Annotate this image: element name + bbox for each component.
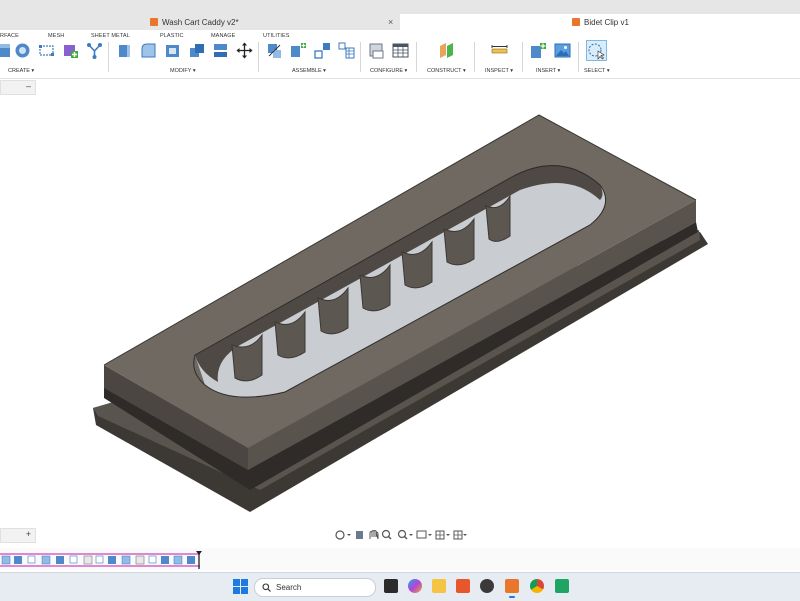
ribbon-separator [360,42,361,72]
collapse-panel-icon[interactable]: – [26,81,31,91]
orbit-icon[interactable] [335,530,351,540]
create-form-icon[interactable] [62,42,79,59]
tab-utilities[interactable]: UTILITIES [263,33,290,39]
measure-icon[interactable] [491,42,508,59]
ribbon-separator [258,42,259,72]
windows-start-icon[interactable] [233,579,248,594]
inspect-menu[interactable]: INSPECT ▾ [485,68,513,74]
add-comment-icon[interactable]: + [26,529,31,539]
tab-title: Wash Cart Caddy v2* [162,17,239,27]
move-icon[interactable] [236,42,253,59]
joint-origin-icon[interactable] [338,42,355,59]
offset-plane-icon[interactable] [438,42,455,59]
tab-wash-cart-caddy[interactable]: Wash Cart Caddy v2* × [150,14,398,30]
ribbon-separator [474,42,475,72]
create-menu[interactable]: CREATE ▾ [8,68,34,74]
tab-bidet-clip[interactable]: Bidet Clip v1 [400,14,800,30]
zoom-icon[interactable] [381,529,392,540]
configure-icon[interactable] [368,42,385,59]
pipe-icon[interactable] [86,42,103,59]
grid-settings-icon[interactable] [435,530,450,540]
copilot-icon[interactable] [408,579,422,593]
press-pull-icon[interactable] [116,42,133,59]
file-explorer-icon[interactable] [432,579,446,593]
task-view-icon[interactable] [384,579,398,593]
canvas-viewport[interactable] [0,80,800,526]
search-icon [262,583,271,592]
ribbon-separator [108,42,109,72]
toolbar-ribbon: RFACE MESH SHEET METAL PLASTIC MANAGE UT… [0,30,800,79]
comments-panel-stub[interactable]: + [0,528,36,543]
sketch-icon[interactable] [38,42,55,59]
ribbon-separator [578,42,579,72]
pan-icon[interactable] [369,530,379,540]
search-placeholder: Search [276,583,302,592]
split-body-icon[interactable] [212,42,229,59]
new-component-icon[interactable] [266,42,283,59]
tab-surface[interactable]: RFACE [0,33,19,39]
configure-menu[interactable]: CONFIGURE ▾ [370,68,407,74]
taskbar-search-box[interactable]: Search [254,578,376,597]
app-icon-dark[interactable] [480,579,494,593]
fusion360-icon[interactable] [505,579,519,593]
browser-panel-stub[interactable]: – [0,80,36,95]
app-icon-green[interactable] [555,579,569,593]
tab-mesh[interactable]: MESH [48,33,64,39]
modify-menu[interactable]: MODIFY ▾ [170,68,196,74]
zoom-window-icon[interactable] [397,529,414,540]
shell-icon[interactable] [164,42,181,59]
active-app-indicator [509,596,515,598]
windows-taskbar [0,572,800,601]
close-tab-icon[interactable]: × [388,17,393,27]
joint-icon[interactable] [290,42,307,59]
ribbon-separator [522,42,523,72]
fillet-icon[interactable] [140,42,157,59]
timeline-feature-icons[interactable] [1,555,195,565]
assemble-menu[interactable]: ASSEMBLE ▾ [292,68,326,74]
tab-plastic[interactable]: PLASTIC [160,33,184,39]
navigation-bar [335,529,467,540]
fusion-file-icon [572,18,580,26]
insert-derive-icon[interactable] [530,42,547,59]
tab-manage[interactable]: MANAGE [211,33,235,39]
ribbon-separator [416,42,417,72]
insert-menu[interactable]: INSERT ▾ [536,68,560,74]
look-at-icon[interactable] [356,531,363,539]
display-settings-icon[interactable] [416,530,432,539]
combine-icon[interactable] [188,42,205,59]
select-menu[interactable]: SELECT ▾ [584,68,610,74]
viewports-icon[interactable] [453,530,467,540]
select-icon[interactable] [586,40,607,61]
chrome-icon[interactable] [530,579,544,593]
tab-sheet-metal[interactable]: SHEET METAL [91,33,130,39]
app-icon-orange[interactable] [456,579,470,593]
as-built-joint-icon[interactable] [314,42,331,59]
tab-title: Bidet Clip v1 [584,17,629,27]
fusion-file-icon [150,18,158,26]
insert-canvas-icon[interactable] [554,42,571,59]
extrude-icon[interactable] [0,42,13,59]
document-tab-strip: Wash Cart Caddy v2* × Bidet Clip v1 [0,0,800,30]
revolve-icon[interactable] [14,42,31,59]
feature-timeline[interactable] [0,548,800,570]
construct-menu[interactable]: CONSTRUCT ▾ [427,68,466,74]
configuration-table-icon[interactable] [392,42,409,59]
